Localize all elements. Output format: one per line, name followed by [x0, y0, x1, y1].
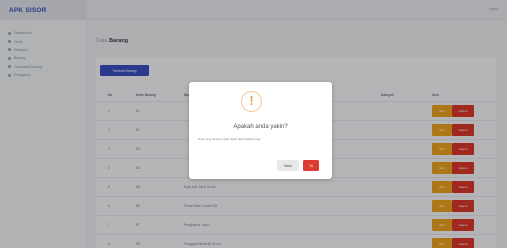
confirm-button[interactable]: Ya	[303, 160, 319, 171]
warning-icon: !	[241, 91, 262, 112]
dialog-message: Data yang dihapus tidak dapat dikembalik…	[198, 137, 261, 141]
confirm-dialog: ! Apakah anda yakin? Data yang dihapus t…	[189, 82, 332, 179]
dialog-title: Apakah anda yakin?	[233, 124, 288, 130]
cancel-button[interactable]: Batal	[277, 160, 299, 171]
